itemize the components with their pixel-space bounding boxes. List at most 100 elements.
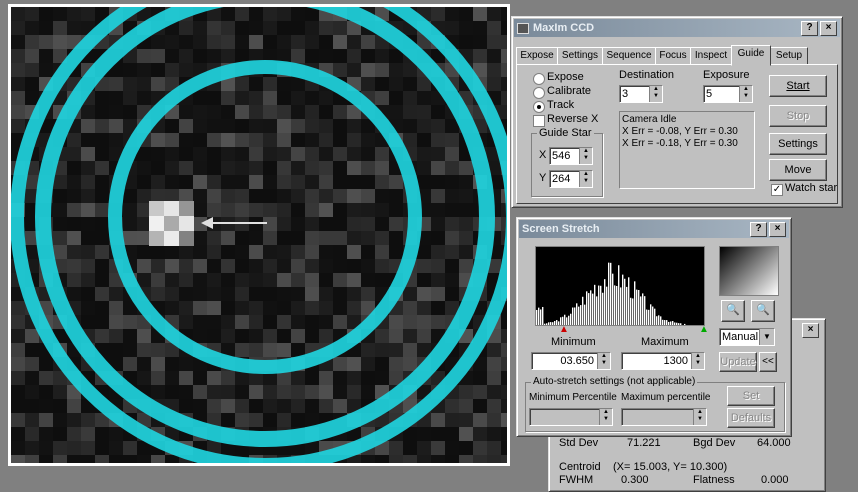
- guide-y-field[interactable]: 264 ▲ ▼: [549, 170, 593, 188]
- noise-pixel: [501, 371, 507, 385]
- tab-guide[interactable]: Guide: [731, 45, 771, 66]
- radio-track[interactable]: [533, 101, 545, 113]
- noise-pixel: [291, 273, 305, 287]
- noise-pixel: [67, 287, 81, 301]
- expand-button[interactable]: <<: [759, 352, 777, 372]
- start-button[interactable]: Start: [769, 75, 827, 97]
- stretch-mode-select[interactable]: Manual ▼: [719, 328, 775, 346]
- guide-y-spinner[interactable]: ▲ ▼: [579, 171, 592, 187]
- min-marker-icon[interactable]: ▲: [559, 324, 569, 335]
- noise-pixel: [39, 7, 53, 21]
- noise-pixel: [95, 175, 109, 189]
- defaults-button[interactable]: Defaults: [727, 408, 775, 428]
- max-marker-icon[interactable]: ▲: [699, 324, 709, 335]
- noise-pixel: [333, 399, 347, 413]
- max-percentile-field[interactable]: ▲ ▼: [621, 408, 707, 426]
- noise-pixel: [305, 301, 319, 315]
- histogram[interactable]: [535, 246, 705, 326]
- noise-pixel: [25, 413, 39, 427]
- close-button[interactable]: ×: [820, 20, 837, 36]
- minimum-spinner[interactable]: ▲ ▼: [597, 353, 610, 369]
- noise-pixel: [459, 21, 473, 35]
- noise-pixel: [431, 287, 445, 301]
- radio-expose[interactable]: [533, 73, 545, 85]
- exposure-spinner[interactable]: ▲ ▼: [739, 86, 752, 102]
- info-close-button[interactable]: ×: [802, 323, 819, 338]
- noise-pixel: [221, 385, 235, 399]
- tab-settings[interactable]: Settings: [557, 47, 603, 65]
- noise-pixel: [137, 189, 151, 203]
- help-button[interactable]: ?: [801, 20, 818, 36]
- noise-pixel: [291, 49, 305, 63]
- maximum-field[interactable]: 1300 ▲ ▼: [621, 352, 705, 370]
- star-image-panel[interactable]: [8, 4, 510, 466]
- noise-pixel: [263, 21, 277, 35]
- noise-pixel: [501, 91, 507, 105]
- noise-pixel: [109, 287, 123, 301]
- maximum-spinner[interactable]: ▲ ▼: [691, 353, 704, 369]
- noise-pixel: [67, 231, 81, 245]
- noise-pixel: [249, 287, 263, 301]
- histogram-bar: [614, 285, 616, 325]
- tab-sequence[interactable]: Sequence: [602, 47, 656, 65]
- noise-pixel: [291, 217, 305, 231]
- max-percentile-spinner[interactable]: ▲ ▼: [693, 409, 706, 425]
- noise-pixel: [431, 189, 445, 203]
- zoom-out-button[interactable]: 🔍: [751, 300, 775, 322]
- set-button[interactable]: Set: [727, 386, 775, 406]
- noise-pixel: [221, 147, 235, 161]
- ccd-titlebar[interactable]: MaxIm CCD ? ×: [514, 19, 840, 37]
- reverse-x-checkbox[interactable]: [533, 115, 545, 127]
- noise-pixel: [431, 217, 445, 231]
- destination-spinner[interactable]: ▲ ▼: [649, 86, 662, 102]
- guide-x-spinner[interactable]: ▲ ▼: [579, 148, 592, 164]
- noise-pixel: [473, 7, 487, 21]
- noise-pixel: [81, 301, 95, 315]
- noise-pixel: [235, 77, 249, 91]
- zoom-in-button[interactable]: 🔍: [721, 300, 745, 322]
- noise-pixel: [81, 245, 95, 259]
- noise-pixel: [375, 245, 389, 259]
- noise-pixel: [249, 7, 263, 21]
- noise-pixel: [53, 455, 67, 463]
- destination-field[interactable]: 3 ▲ ▼: [619, 85, 663, 103]
- histogram-bar: [548, 322, 550, 325]
- move-button[interactable]: Move: [769, 159, 827, 181]
- noise-pixel: [193, 315, 207, 329]
- watch-star-checkbox[interactable]: ✓: [771, 184, 783, 196]
- noise-pixel: [487, 7, 501, 21]
- stretch-help-button[interactable]: ?: [750, 221, 767, 237]
- exposure-field[interactable]: 5 ▲ ▼: [703, 85, 753, 103]
- noise-pixel: [487, 455, 501, 463]
- noise-pixel: [263, 203, 277, 217]
- noise-pixel: [109, 91, 123, 105]
- histogram-bar: [630, 297, 632, 325]
- stop-button[interactable]: Stop: [769, 105, 827, 127]
- x-label: X: [539, 149, 547, 161]
- update-button[interactable]: Update: [719, 352, 757, 372]
- settings-button[interactable]: Settings: [769, 133, 827, 155]
- histogram-bar: [680, 323, 682, 325]
- tab-setup[interactable]: Setup: [770, 47, 808, 65]
- radio-calibrate[interactable]: [533, 87, 545, 99]
- chevron-down-icon[interactable]: ▼: [759, 329, 774, 345]
- noise-pixel: [277, 385, 291, 399]
- stretch-titlebar[interactable]: Screen Stretch ? ×: [519, 220, 789, 238]
- noise-pixel: [53, 385, 67, 399]
- noise-pixel: [347, 189, 361, 203]
- noise-pixel: [361, 175, 375, 189]
- noise-pixel: [277, 273, 291, 287]
- stretch-close-button[interactable]: ×: [769, 221, 786, 237]
- noise-pixel: [137, 371, 151, 385]
- noise-pixel: [53, 21, 67, 35]
- noise-pixel: [291, 315, 305, 329]
- tab-inspect[interactable]: Inspect: [690, 47, 732, 65]
- min-percentile-spinner[interactable]: ▲ ▼: [599, 409, 612, 425]
- noise-pixel: [123, 203, 137, 217]
- min-percentile-field[interactable]: ▲ ▼: [529, 408, 613, 426]
- tab-expose[interactable]: Expose: [516, 47, 558, 65]
- minimum-field[interactable]: 03.650 ▲ ▼: [531, 352, 611, 370]
- tab-focus[interactable]: Focus: [655, 47, 691, 65]
- guide-x-field[interactable]: 546 ▲ ▼: [549, 147, 593, 165]
- noise-pixel: [389, 329, 403, 343]
